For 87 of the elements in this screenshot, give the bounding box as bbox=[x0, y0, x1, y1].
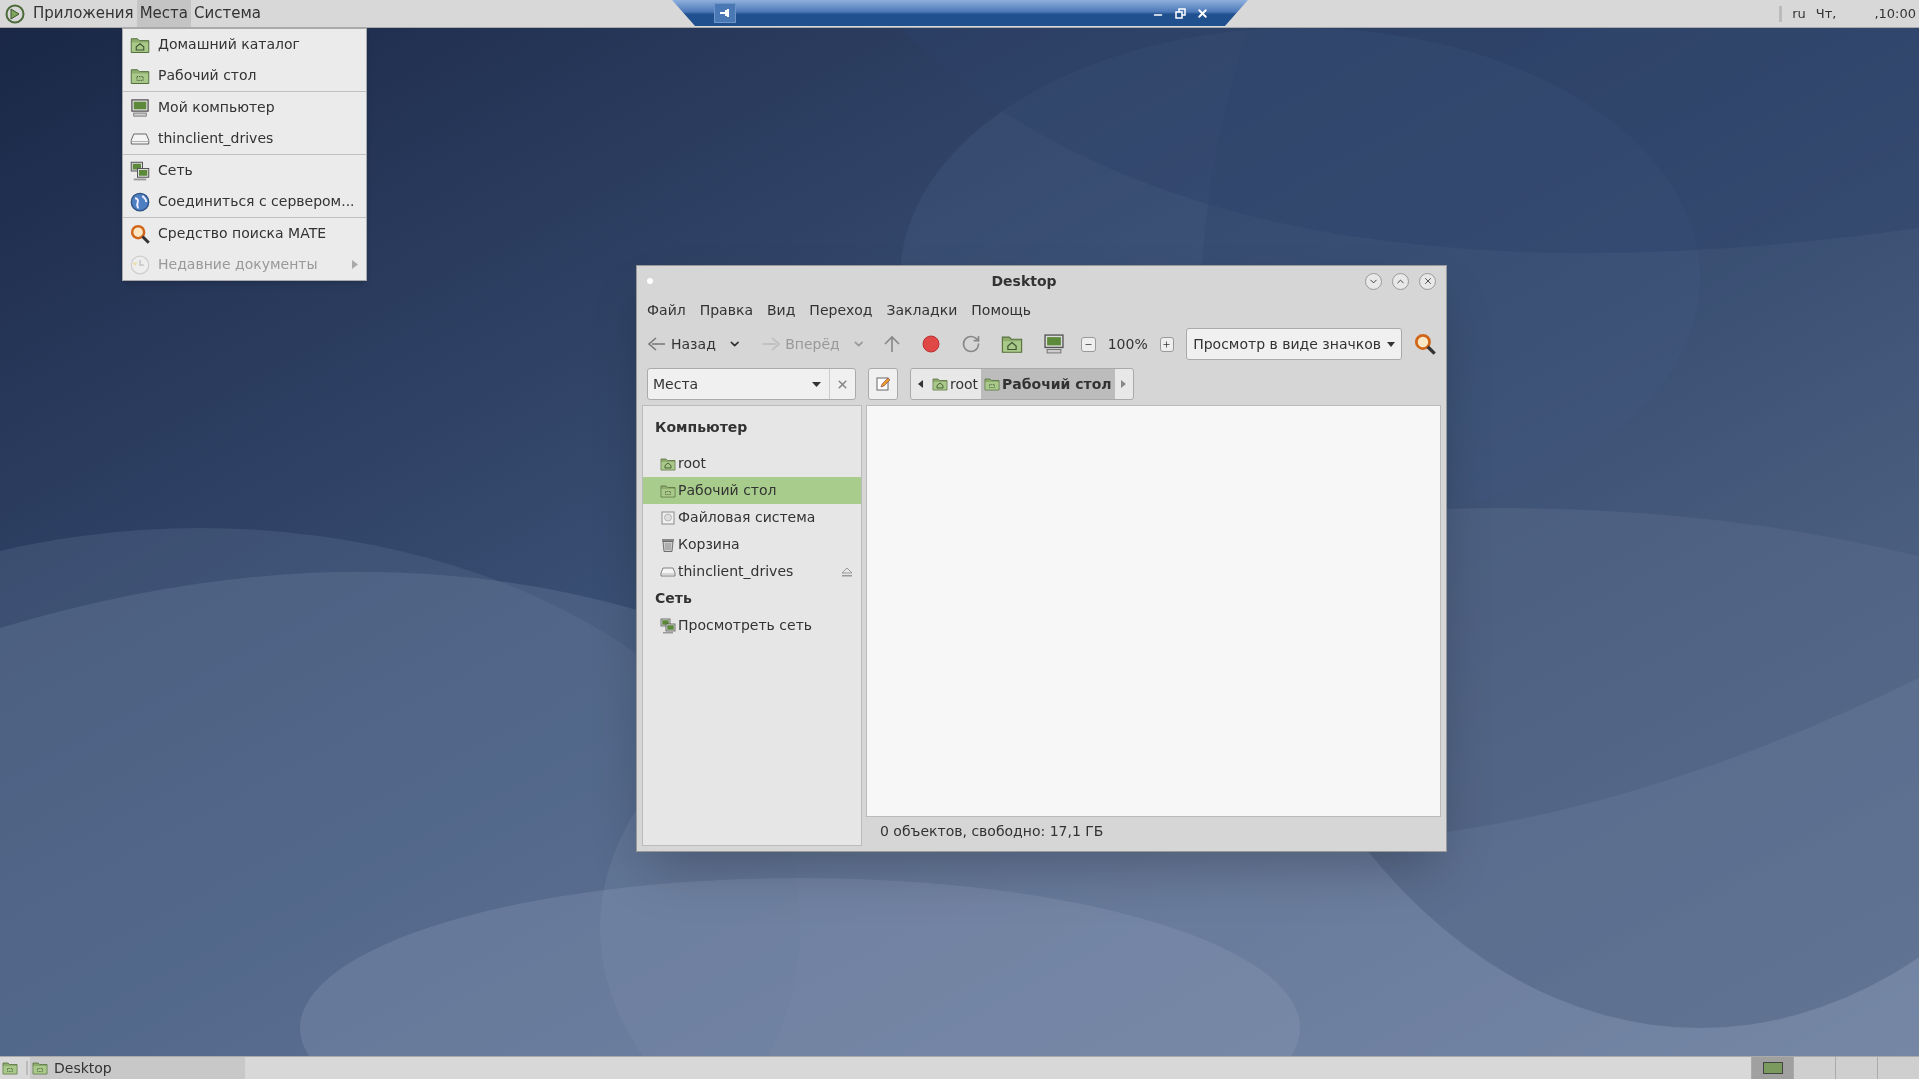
menu-item[interactable]: Средство поиска MATE bbox=[123, 218, 366, 249]
reload-button[interactable] bbox=[961, 334, 982, 354]
computer-icon bbox=[1043, 333, 1066, 355]
home-folder-icon bbox=[932, 376, 948, 392]
path-button[interactable]: Рабочий стол bbox=[981, 369, 1115, 399]
eject-icon[interactable] bbox=[841, 566, 853, 577]
window-title: Desktop bbox=[990, 271, 1058, 291]
dropdown-caret-icon bbox=[1387, 341, 1395, 347]
zoom-level: 100% bbox=[1107, 334, 1148, 354]
menu-bar-item[interactable]: Закладки bbox=[886, 299, 958, 321]
workspace-button[interactable] bbox=[1751, 1057, 1793, 1079]
sidebar-item[interactable]: root bbox=[643, 450, 861, 477]
clock-icon bbox=[130, 254, 150, 275]
keyboard-layout[interactable]: ru bbox=[1792, 3, 1806, 24]
places-dropdown[interactable]: Места bbox=[647, 368, 856, 400]
menu-item[interactable]: Мой компьютер bbox=[123, 92, 366, 123]
view-mode-dropdown[interactable]: Просмотр в виде значков bbox=[1186, 328, 1402, 360]
window-thumbnail bbox=[1762, 1062, 1783, 1074]
pin-button[interactable] bbox=[714, 3, 736, 23]
up-button[interactable] bbox=[883, 334, 902, 354]
zoom-in-button[interactable] bbox=[1159, 336, 1175, 352]
show-desktop-button[interactable] bbox=[2, 1060, 18, 1076]
reload-icon bbox=[961, 334, 982, 354]
plus-icon bbox=[1162, 339, 1172, 349]
status-text: 0 объектов, свободно: 17,1 ГБ bbox=[880, 822, 1104, 841]
panel-menu[interactable]: Приложения bbox=[30, 0, 137, 27]
forward-arrow-icon bbox=[761, 336, 782, 352]
dropdown-caret-icon bbox=[812, 381, 821, 387]
menu-bar-item[interactable]: Файл bbox=[647, 299, 686, 321]
stop-icon bbox=[921, 334, 942, 354]
folder-icon bbox=[660, 482, 676, 499]
right-arrow-icon bbox=[1121, 380, 1127, 388]
globe-icon bbox=[130, 191, 150, 212]
menu-item[interactable]: Домашний каталог bbox=[123, 29, 366, 60]
path-button[interactable]: root bbox=[929, 369, 982, 399]
restore-icon bbox=[1174, 7, 1186, 19]
restore-button[interactable] bbox=[1172, 5, 1188, 21]
menu-item[interactable]: thinclient_drives bbox=[123, 123, 366, 154]
computer-icon bbox=[130, 97, 150, 118]
panel-clock[interactable]: ,10:00 bbox=[1874, 3, 1916, 24]
folder-icon bbox=[2, 1060, 18, 1076]
menu-item[interactable]: Сеть bbox=[123, 155, 366, 186]
network-icon bbox=[130, 160, 150, 181]
maximize-button[interactable] bbox=[1392, 272, 1409, 290]
stop-button[interactable] bbox=[921, 334, 942, 354]
folder-icon bbox=[32, 1060, 48, 1076]
menu-item[interactable]: Рабочий стол bbox=[123, 60, 366, 91]
folder-icon bbox=[984, 376, 1001, 392]
close-icon bbox=[836, 377, 849, 391]
close-button[interactable] bbox=[1419, 272, 1436, 290]
zoom-out-button[interactable] bbox=[1081, 336, 1096, 352]
close-icon bbox=[1195, 6, 1209, 20]
sidebar-item[interactable]: Просмотреть сеть bbox=[643, 612, 861, 639]
panel-menu[interactable]: Система bbox=[191, 0, 264, 27]
back-arrow-icon bbox=[647, 336, 667, 352]
up-arrow-icon bbox=[883, 334, 902, 354]
back-button[interactable]: Назад bbox=[647, 333, 716, 355]
sidebar-heading: Сеть bbox=[654, 589, 693, 608]
menu-bar-item[interactable]: Правка bbox=[699, 299, 753, 321]
panel-menu[interactable]: Места bbox=[136, 0, 191, 27]
computer-button[interactable] bbox=[1043, 333, 1066, 355]
sidebar-heading: Компьютер bbox=[654, 418, 749, 437]
edit-location-button[interactable] bbox=[868, 368, 898, 400]
places-dropdown-value: Места bbox=[652, 374, 700, 394]
search-icon bbox=[130, 223, 150, 244]
sidebar-item[interactable]: Файловая система bbox=[643, 504, 861, 531]
task-button[interactable]: Desktop bbox=[30, 1057, 245, 1079]
mate-logo-icon bbox=[5, 3, 25, 24]
sidebar-item[interactable]: Рабочий стол bbox=[643, 477, 861, 504]
close-icon bbox=[1422, 276, 1433, 286]
home-folder-icon bbox=[1001, 333, 1024, 355]
sidebar-item[interactable]: thinclient_drives bbox=[643, 558, 861, 585]
pin-icon bbox=[719, 8, 731, 18]
panel-day: Чт, bbox=[1815, 3, 1837, 24]
left-arrow-icon bbox=[917, 380, 923, 388]
network-icon bbox=[660, 617, 676, 634]
sidebar-item[interactable]: Корзина bbox=[643, 531, 861, 558]
search-button[interactable] bbox=[1414, 333, 1436, 355]
home-button[interactable] bbox=[1001, 333, 1024, 355]
menu-bar-item[interactable]: Помощь bbox=[971, 299, 1031, 321]
pencil-note-icon bbox=[875, 376, 891, 392]
menu-bar-item[interactable]: Переход bbox=[809, 299, 873, 321]
menu-item[interactable]: Соединиться с сервером... bbox=[123, 186, 366, 217]
trash-icon bbox=[660, 536, 676, 553]
menu-bar-item[interactable]: Вид bbox=[766, 299, 796, 321]
search-icon bbox=[1414, 333, 1436, 355]
home-folder-icon bbox=[660, 455, 676, 472]
